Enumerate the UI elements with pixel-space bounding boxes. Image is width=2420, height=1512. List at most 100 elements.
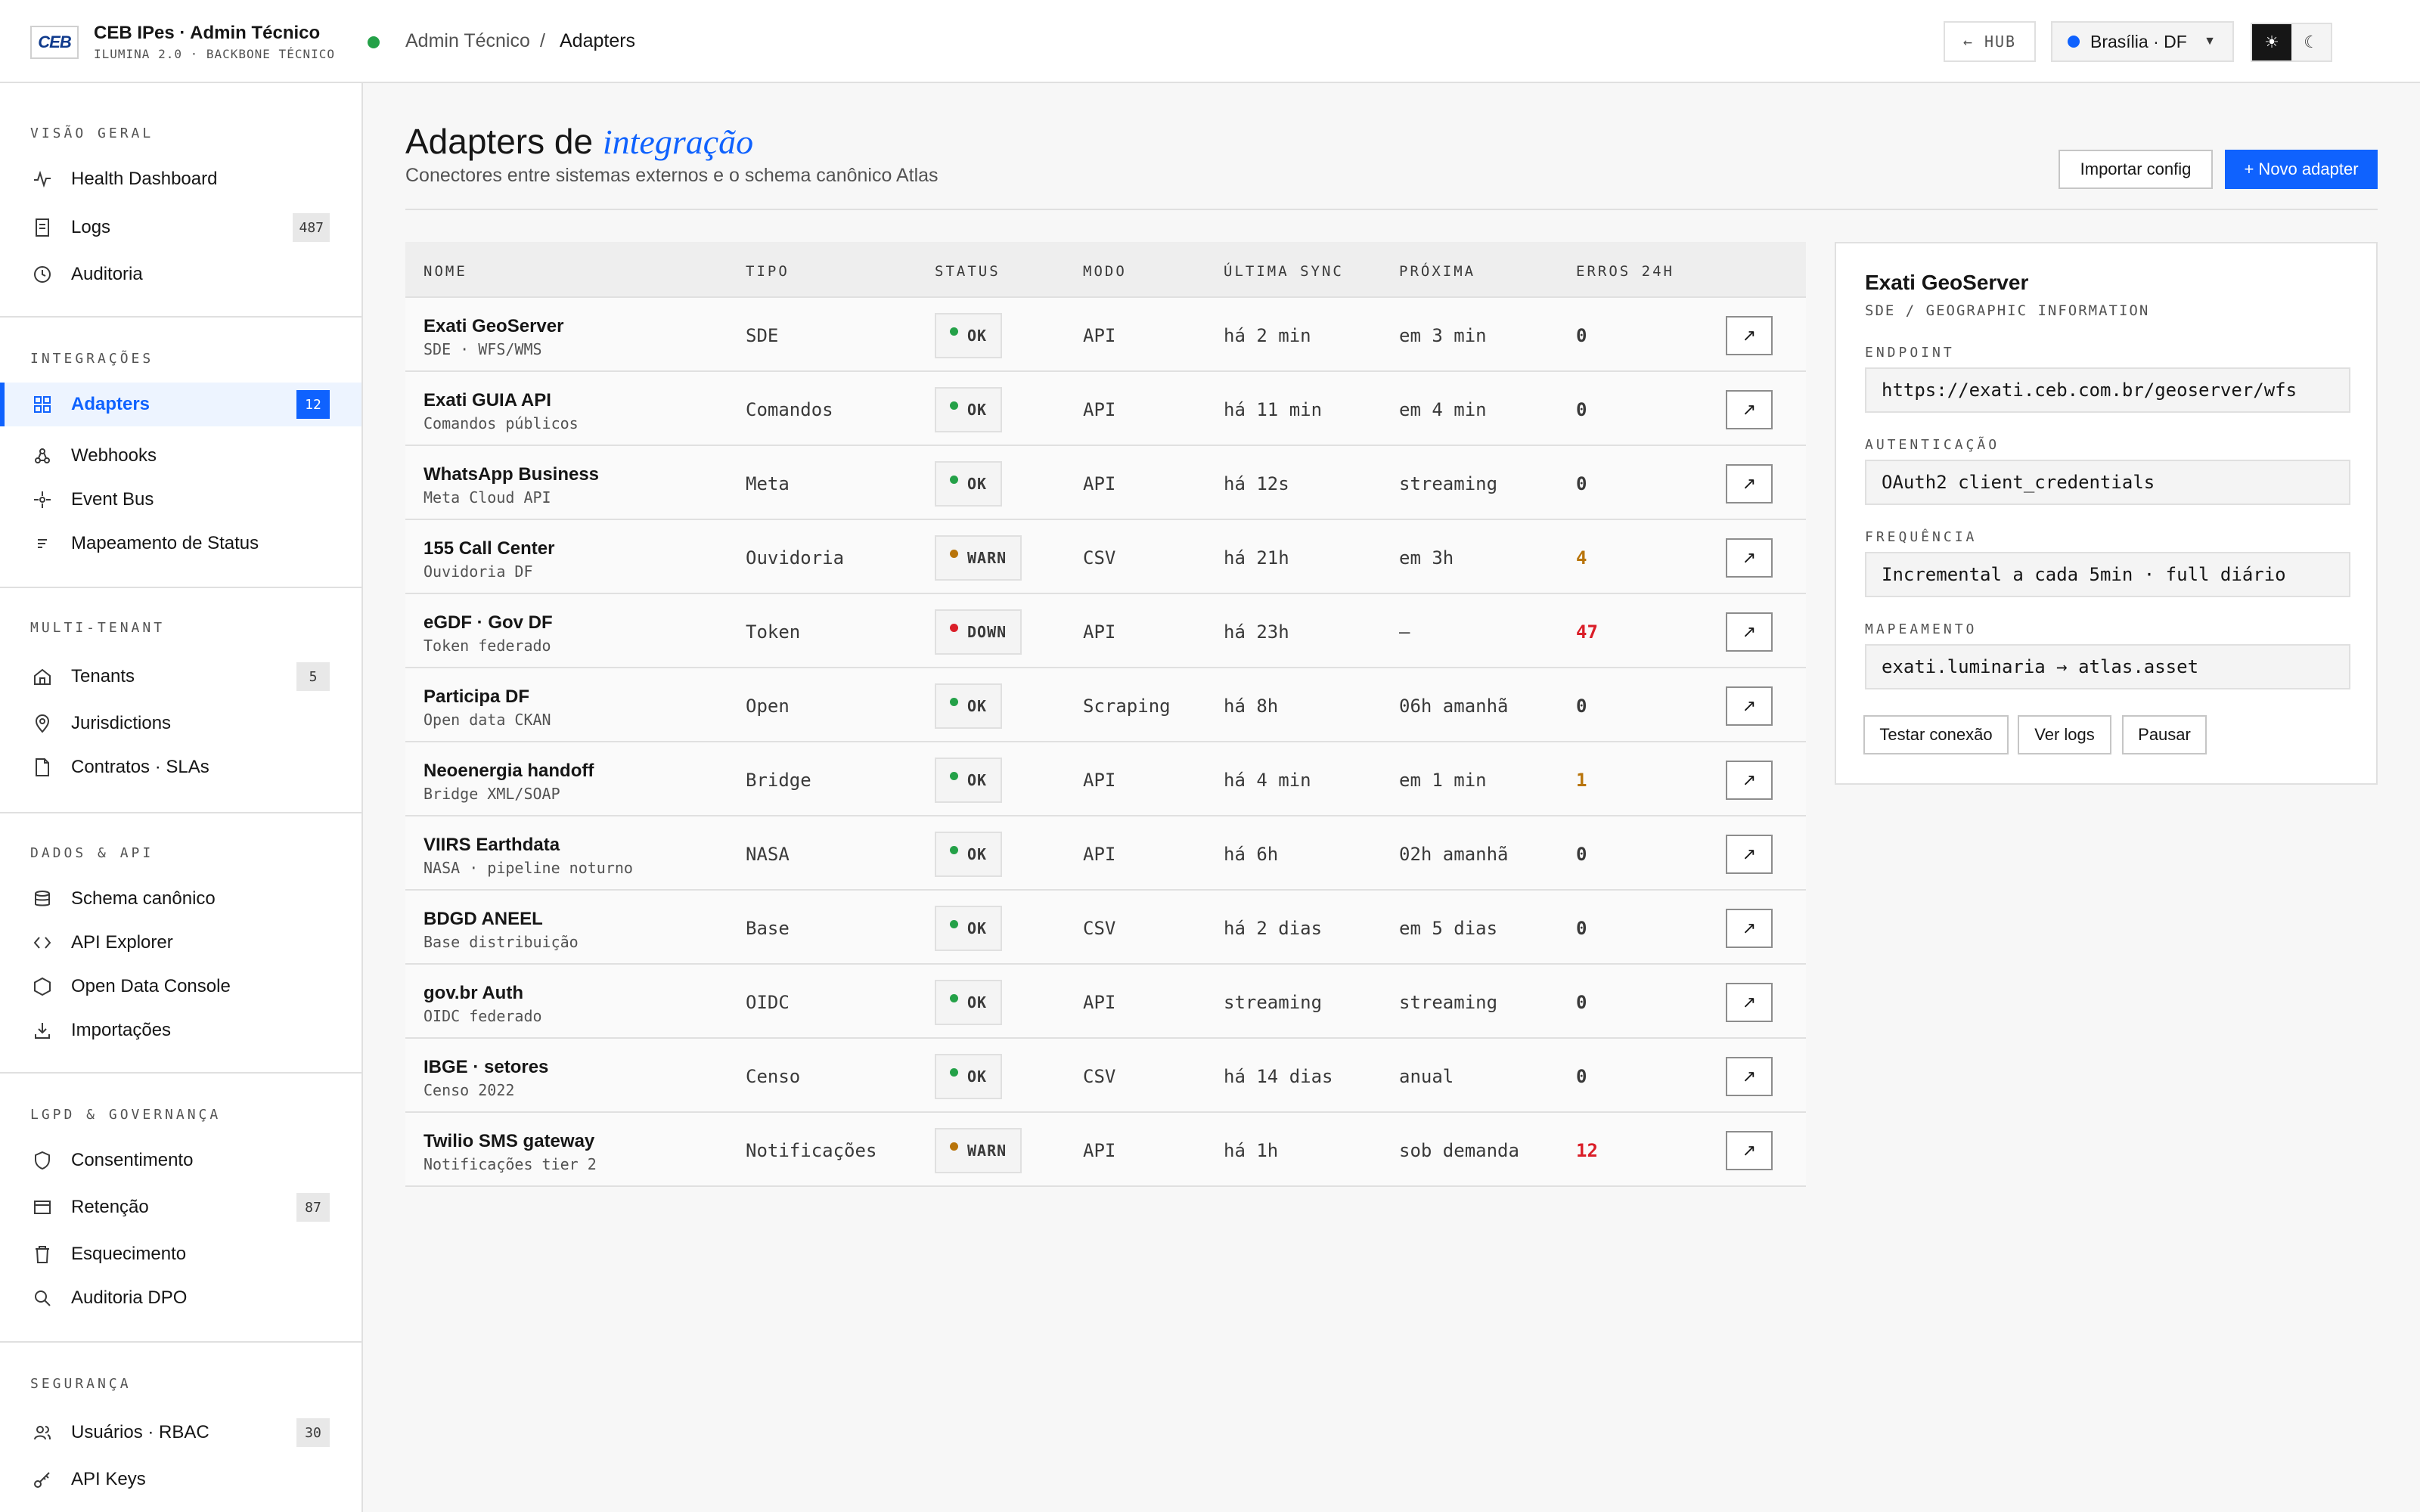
table-row[interactable]: gov.br Auth OIDC federado OIDC OK API streami… (405, 965, 1806, 1039)
adapter-type: Base (746, 918, 790, 939)
table-row[interactable]: Neoenergia handoff Bridge XML/SOAP Bridge O… (405, 742, 1806, 816)
open-adapter-button[interactable]: ↗ (1726, 835, 1773, 874)
sidebar-item-retencao[interactable]: Retenção 87 (0, 1185, 361, 1229)
adapter-description: Notificações tier 2 (424, 1155, 597, 1173)
webhook-icon (32, 445, 53, 466)
breadcrumb-admin[interactable]: Admin Técnico (405, 30, 530, 52)
open-adapter-button[interactable]: ↗ (1726, 761, 1773, 800)
sidebar-item-adapters[interactable]: Adapters 12 (0, 383, 361, 426)
status-dot-icon (950, 327, 958, 336)
sidebar-item-api-explorer[interactable]: API Explorer (0, 921, 361, 965)
sidebar-item-schema-canonico[interactable]: Schema canônico (0, 877, 361, 921)
sidebar-item-auditoria-dpo[interactable]: Auditoria DPO (0, 1276, 361, 1320)
open-adapter-button[interactable]: ↗ (1726, 1131, 1773, 1170)
adapter-mode: CSV (1083, 547, 1116, 569)
sidebar-item-auditoria[interactable]: Auditoria (0, 253, 361, 296)
sidebar-item-label: Consentimento (71, 1150, 194, 1170)
sidebar-item-usuarios-rbac[interactable]: Usuários · RBAC 30 (0, 1411, 361, 1455)
open-adapter-button[interactable]: ↗ (1726, 909, 1773, 948)
open-adapter-button[interactable]: ↗ (1726, 390, 1773, 429)
column-header-modo[interactable]: MODO (1083, 263, 1127, 280)
table-row[interactable]: WhatsApp Business Meta Cloud API Meta OK API… (405, 446, 1806, 520)
column-header-proxima[interactable]: PRÓXIMA (1399, 263, 1475, 280)
open-adapter-button[interactable]: ↗ (1726, 983, 1773, 1022)
test-connection-button[interactable]: Testar conexão (1863, 715, 2009, 754)
adapter-mode: API (1083, 992, 1116, 1013)
errors-24h: 0 (1576, 1066, 1587, 1087)
hexagon-icon (32, 976, 53, 997)
table-row[interactable]: Exati GUIA API Comandos públicos Comandos O… (405, 372, 1806, 446)
sidebar-item-label: Usuários · RBAC (71, 1422, 209, 1442)
sidebar-item-importacoes[interactable]: Importações (0, 1009, 361, 1052)
table-row[interactable]: Twilio SMS gateway Notificações tier 2 Not… (405, 1113, 1806, 1187)
sun-icon[interactable]: ☀ (2252, 24, 2291, 60)
endpoint-field[interactable]: https://exati.ceb.com.br/geoserver/wfs (1865, 367, 2350, 413)
table-row[interactable]: IBGE · setores Censo 2022 Censo OK CSV há 14 … (405, 1039, 1806, 1113)
sidebar-item-consentimento[interactable]: Consentimento (0, 1139, 361, 1182)
adapter-name: eGDF · Gov DF (424, 612, 553, 633)
trash-icon (32, 1244, 53, 1265)
mapping-field[interactable]: exati.luminaria → atlas.asset (1865, 644, 2350, 689)
sidebar-item-webhooks[interactable]: Webhooks (0, 434, 361, 478)
sidebar-item-api-keys[interactable]: API Keys (0, 1458, 361, 1501)
column-header-ultima-sync[interactable]: ÚLTIMA SYNC (1224, 263, 1344, 280)
table-row[interactable]: 155 Call Center Ouvidoria DF Ouvidoria WARN… (405, 520, 1806, 594)
sidebar-item-jurisdictions[interactable]: Jurisdictions (0, 702, 361, 745)
sidebar-item-logs[interactable]: Logs 487 (0, 206, 361, 249)
frequency-field[interactable]: Incremental a cada 5min · full diário (1865, 552, 2350, 597)
column-header-erros-24h[interactable]: ERROS 24H (1576, 263, 1674, 280)
status-badge: OK (935, 387, 1003, 432)
table-row[interactable]: Exati GeoServer SDE · WFS/WMS SDE OK API há 2… (405, 298, 1806, 372)
sidebar-item-label: Auditoria DPO (71, 1287, 188, 1308)
errors-24h: 0 (1576, 918, 1587, 939)
open-adapter-button[interactable]: ↗ (1726, 316, 1773, 355)
section-lgpd-governanca: LGPD & GOVERNANÇA (30, 1107, 222, 1123)
status-dot-icon (950, 771, 958, 780)
arrow-up-right-icon: ↗ (1742, 1141, 1757, 1160)
sidebar-item-open-data-console[interactable]: Open Data Console (0, 965, 361, 1009)
table-row[interactable]: BDGD ANEEL Base distribuição Base OK CSV há 2… (405, 891, 1806, 965)
view-logs-button[interactable]: Ver logs (2018, 715, 2111, 754)
errors-24h: 0 (1576, 473, 1587, 494)
table-row[interactable]: Participa DF Open data CKAN Open OK Scraping… (405, 668, 1806, 742)
adapter-type: Censo (746, 1066, 801, 1087)
table-row[interactable]: VIIRS Earthdata NASA · pipeline noturno NA… (405, 816, 1806, 891)
sidebar-item-tenants[interactable]: Tenants 5 (0, 655, 361, 699)
open-adapter-button[interactable]: ↗ (1726, 686, 1773, 726)
ceb-logo[interactable]: CEB (30, 26, 79, 59)
sidebar-item-health-dashboard[interactable]: Health Dashboard (0, 157, 361, 201)
next-sync: em 3 min (1399, 325, 1487, 346)
errors-24h: 0 (1576, 399, 1587, 420)
auth-field[interactable]: OAuth2 client_credentials (1865, 460, 2350, 505)
open-adapter-button[interactable]: ↗ (1726, 1057, 1773, 1096)
logo-text: CEB (38, 33, 71, 51)
import-config-button[interactable]: Importar config (2059, 150, 2213, 189)
sidebar-item-mapeamento-status[interactable]: Mapeamento de Status (0, 522, 361, 565)
count-badge: 12 (296, 390, 330, 419)
status-label: DOWN (967, 623, 1007, 641)
status-dot-icon (950, 475, 958, 484)
sidebar-item-contratos-slas[interactable]: Contratos · SLAs (0, 745, 361, 789)
column-header-status[interactable]: STATUS (935, 263, 1001, 280)
adapter-description: Censo 2022 (424, 1081, 515, 1099)
hub-button[interactable]: ← HUB (1944, 21, 2036, 62)
database-icon (32, 888, 53, 909)
adapter-description: Comandos públicos (424, 414, 579, 432)
pause-button[interactable]: Pausar (2122, 715, 2207, 754)
table-row[interactable]: eGDF · Gov DF Token federado Token DOWN API h… (405, 594, 1806, 668)
open-adapter-button[interactable]: ↗ (1726, 464, 1773, 503)
adapter-name: 155 Call Center (424, 538, 555, 559)
sidebar-item-event-bus[interactable]: Event Bus (0, 478, 361, 522)
section-divider (0, 1072, 361, 1074)
new-adapter-button[interactable]: + Novo adapter (2225, 150, 2378, 189)
column-header-nome[interactable]: NOME (424, 263, 467, 280)
region-select[interactable]: Brasília · DF ▼ (2051, 21, 2234, 62)
column-header-tipo[interactable]: TIPO (746, 263, 790, 280)
open-adapter-button[interactable]: ↗ (1726, 612, 1773, 652)
moon-icon[interactable]: ☾ (2291, 24, 2331, 60)
last-sync: há 23h (1224, 621, 1289, 643)
open-adapter-button[interactable]: ↗ (1726, 538, 1773, 578)
sidebar-item-esquecimento[interactable]: Esquecimento (0, 1232, 361, 1276)
region-label: Brasília · DF (2090, 31, 2187, 51)
page-subtitle: Conectores entre sistemas externos e o s… (405, 165, 939, 186)
